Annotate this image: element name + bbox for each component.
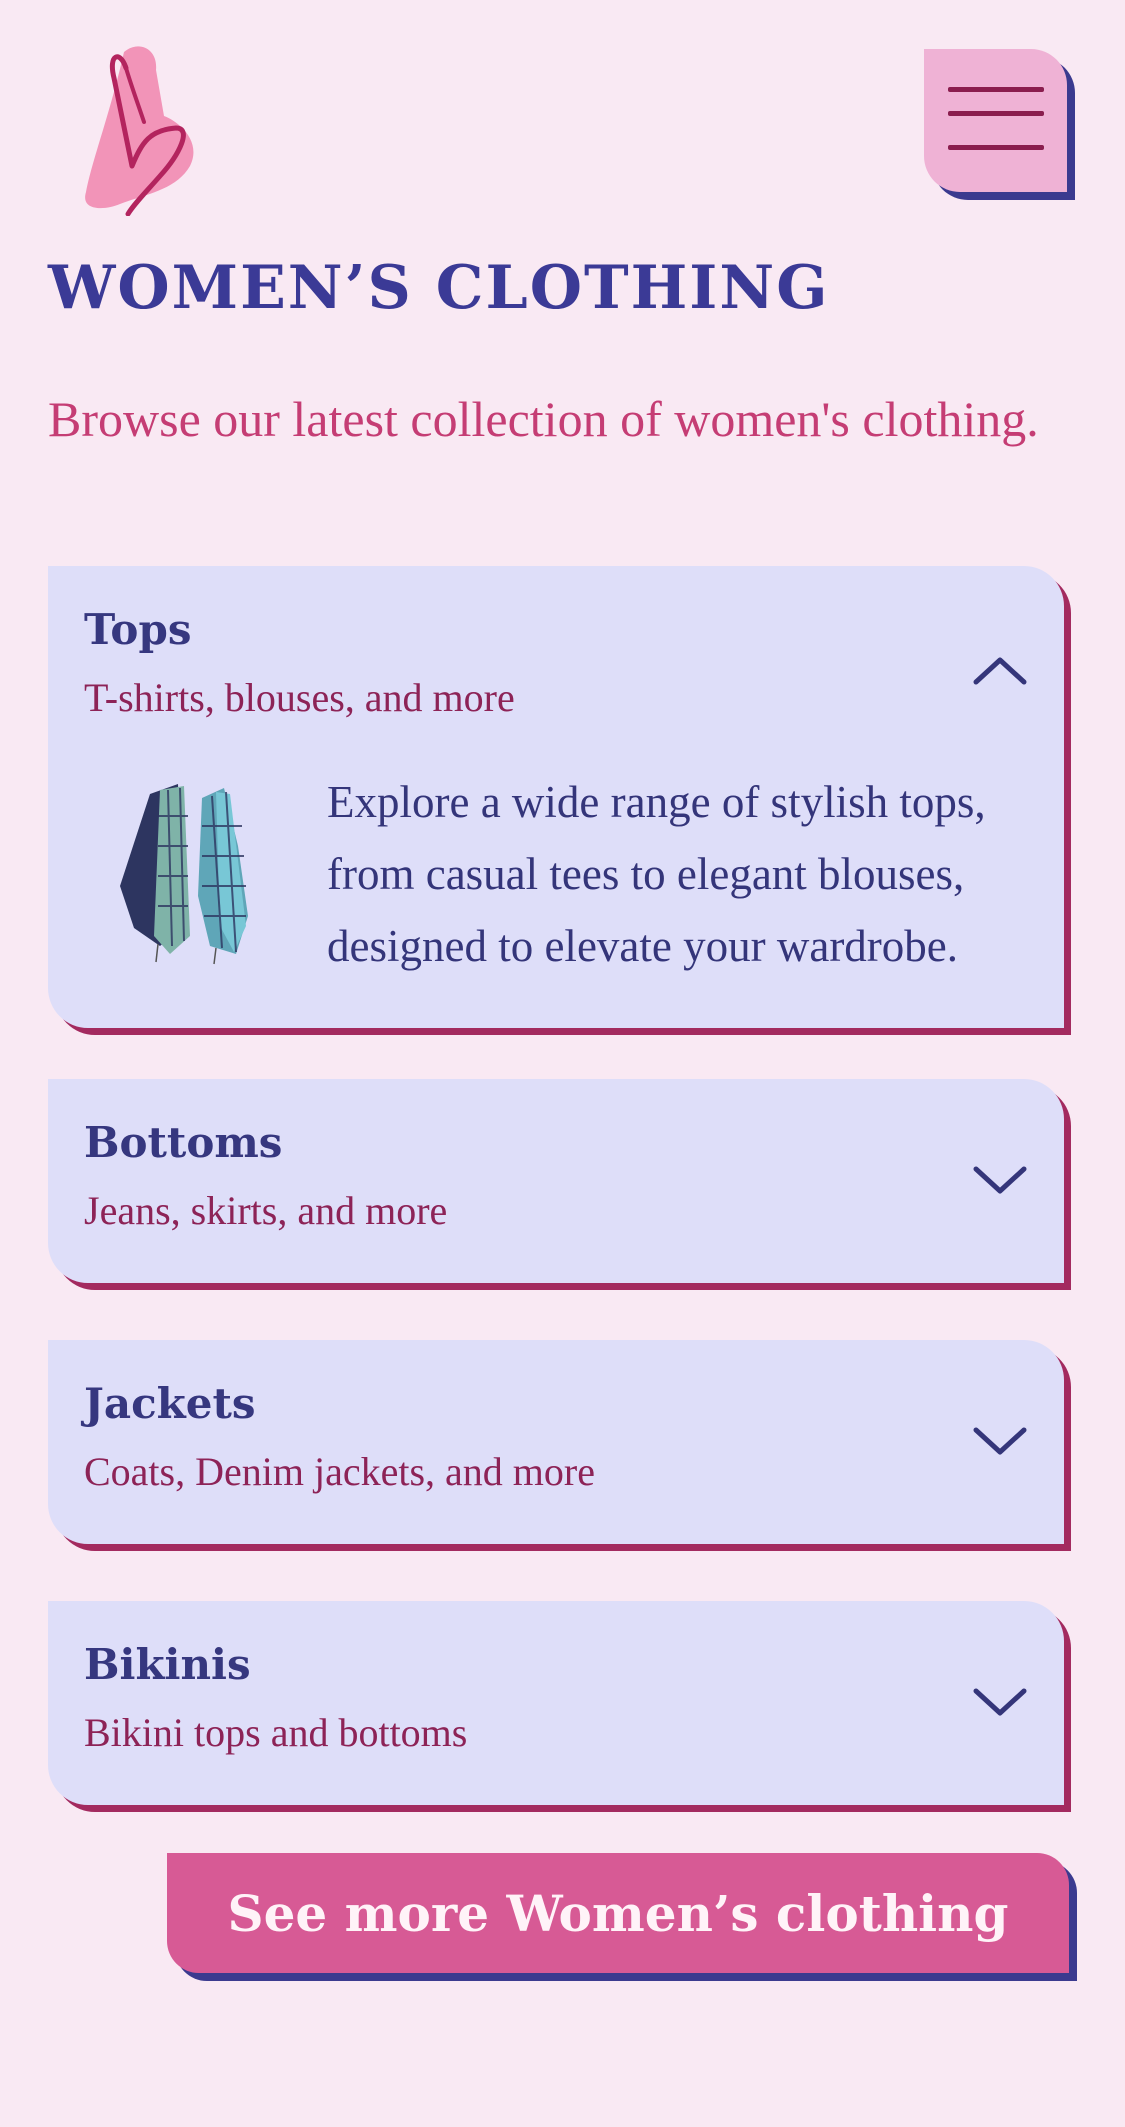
page-intro: Browse our latest collection of women's … xyxy=(48,391,1039,447)
category-title: Bottoms xyxy=(84,1118,283,1167)
see-more-button-label: See more Women’s clothing xyxy=(227,1883,1009,1943)
category-title: Jackets xyxy=(84,1379,256,1428)
heart-scribble-logo-icon xyxy=(85,46,194,217)
category-subtitle: Coats, Denim jackets, and more xyxy=(84,1449,595,1494)
brand-logo[interactable] xyxy=(80,44,200,217)
see-more-button[interactable]: See more Women’s clothing xyxy=(167,1853,1069,1973)
category-card-bikinis[interactable]: Bikinis Bikini tops and bottoms xyxy=(48,1601,1064,1805)
page-title: WOMEN’S CLOTHING xyxy=(48,253,830,323)
chevron-down-icon[interactable] xyxy=(970,1161,1030,1201)
category-card-jackets[interactable]: Jackets Coats, Denim jackets, and more xyxy=(48,1340,1064,1544)
category-card-tops[interactable]: Tops T-shirts, blouses, and more Explore… xyxy=(48,566,1064,1028)
category-title: Bikinis xyxy=(84,1640,251,1689)
category-description: Explore a wide range of stylish tops, fr… xyxy=(327,777,986,971)
tops-product-image xyxy=(98,776,268,966)
category-subtitle: T-shirts, blouses, and more xyxy=(84,675,515,720)
category-card-bottoms[interactable]: Bottoms Jeans, skirts, and more xyxy=(48,1079,1064,1283)
chevron-down-icon[interactable] xyxy=(970,1683,1030,1723)
menu-button[interactable] xyxy=(924,49,1067,192)
chevron-down-icon[interactable] xyxy=(970,1422,1030,1462)
chevron-up-icon[interactable] xyxy=(970,650,1030,690)
category-subtitle: Bikini tops and bottoms xyxy=(84,1710,468,1755)
category-title: Tops xyxy=(84,605,192,654)
category-subtitle: Jeans, skirts, and more xyxy=(84,1188,448,1233)
